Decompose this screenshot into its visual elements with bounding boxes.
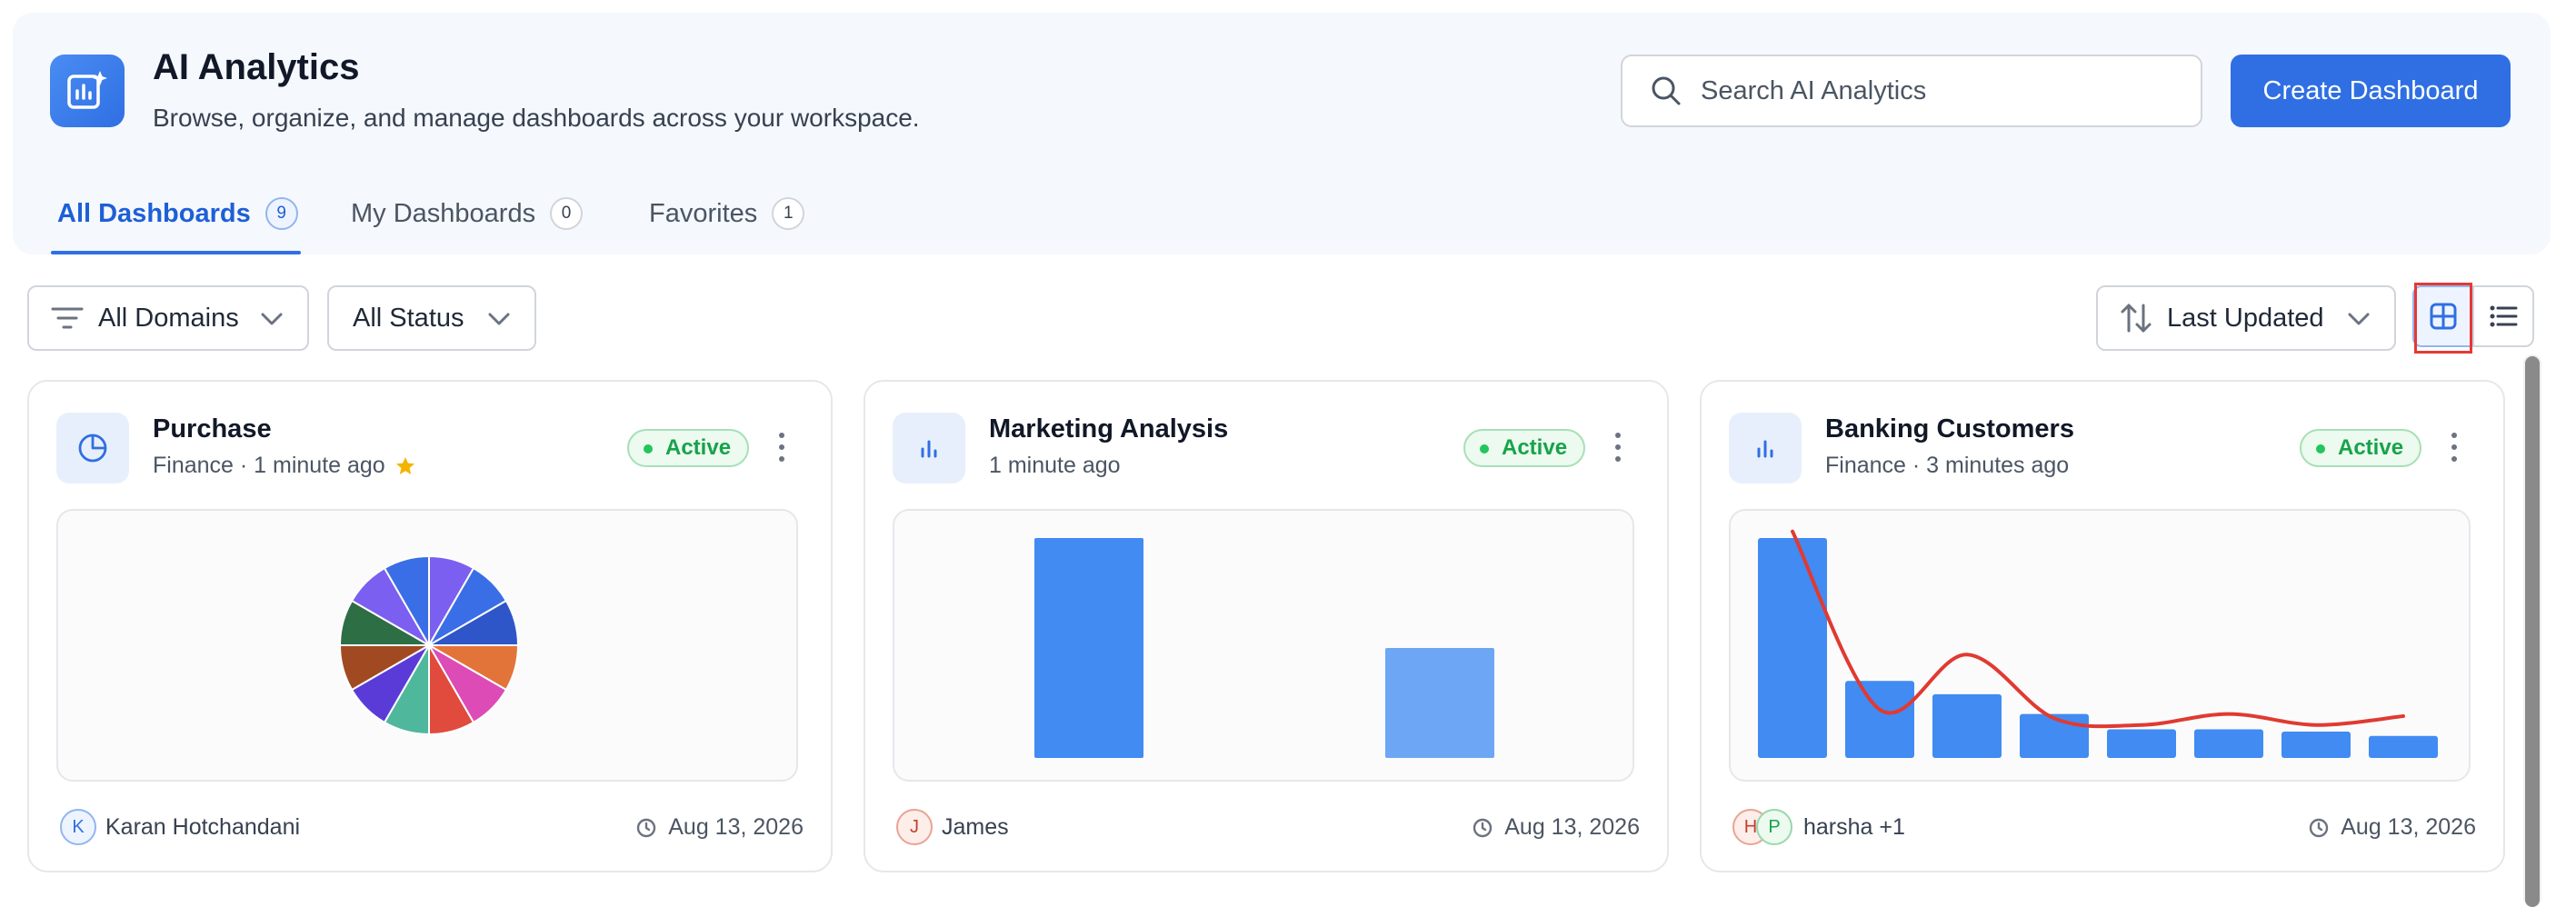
updated-date: Aug 13, 2026 [1472, 814, 1640, 841]
chart-preview [893, 509, 1634, 782]
status-filter-dropdown[interactable]: All Status [327, 285, 536, 351]
status-badge: Active [2300, 429, 2422, 467]
chart-preview [1729, 509, 2471, 782]
bar [2369, 735, 2438, 758]
create-dashboard-button[interactable]: Create Dashboard [2231, 55, 2511, 127]
updated-date: Aug 13, 2026 [2308, 814, 2476, 841]
pie-chart [338, 554, 520, 736]
pie-chart-icon [56, 413, 129, 483]
domain-filter-label: All Domains [98, 303, 239, 333]
sort-dropdown[interactable]: Last Updated [2096, 285, 2396, 351]
avatar: J [896, 809, 933, 845]
card-meta-text: Finance · 1 minute ago [153, 453, 385, 478]
avatar: K [60, 809, 96, 845]
tab-all-dashboards[interactable]: All Dashboards 9 [57, 191, 298, 236]
scrollbar-thumb[interactable] [2525, 356, 2540, 907]
clock-icon [637, 818, 656, 837]
card-meta: Finance · 1 minute ago [153, 453, 416, 479]
more-options-icon[interactable] [2443, 429, 2465, 465]
bar [1758, 538, 1827, 758]
active-tab-indicator [51, 251, 301, 254]
tab-label: All Dashboards [57, 198, 251, 228]
dashboard-card-marketing-analysis[interactable]: Marketing Analysis 1 minute ago Active J… [864, 380, 1669, 872]
chart-preview [56, 509, 798, 782]
favorite-star-icon[interactable] [394, 455, 416, 477]
page-subtitle: Browse, organize, and manage dashboards … [153, 104, 920, 132]
owner-name: Karan Hotchandani [105, 814, 301, 840]
tab-favorites[interactable]: Favorites 1 [649, 191, 805, 236]
tab-count-badge: 0 [550, 197, 584, 230]
tab-count-badge: 9 [265, 197, 298, 230]
combo-chart [1758, 529, 2438, 758]
dashboard-card-purchase[interactable]: Purchase Finance · 1 minute ago Active K… [27, 380, 833, 872]
date-text: Aug 13, 2026 [1504, 814, 1640, 840]
bar [1034, 538, 1143, 758]
card-title: Marketing Analysis [989, 414, 1229, 444]
avatar: P [1756, 809, 1792, 845]
chevron-down-icon [261, 313, 283, 325]
clock-icon [2310, 818, 2329, 837]
clock-icon [1473, 818, 1493, 837]
sort-label: Last Updated [2167, 303, 2324, 333]
owner-name: James [942, 814, 1009, 840]
bar-chart-icon [1729, 413, 1802, 483]
tab-my-dashboards[interactable]: My Dashboards 0 [351, 191, 584, 236]
card-meta: Finance · 3 minutes ago [1825, 453, 2069, 479]
owner-name: harsha +1 [1803, 814, 1905, 840]
bar-chart-icon [893, 413, 965, 483]
card-title: Purchase [153, 414, 272, 444]
card-meta-text: Finance · 3 minutes ago [1825, 453, 2070, 478]
date-text: Aug 13, 2026 [668, 814, 804, 840]
bar [1932, 693, 2002, 758]
card-title: Banking Customers [1825, 414, 2074, 444]
list-icon [2490, 305, 2518, 327]
analytics-sparkle-icon [50, 55, 125, 127]
bar [1845, 681, 1914, 758]
list-view-button[interactable] [2472, 285, 2534, 347]
bar [2194, 729, 2263, 758]
search-icon [1652, 76, 1681, 105]
more-options-icon[interactable] [1607, 429, 1629, 465]
bar [2020, 713, 2089, 758]
card-meta-text: 1 minute ago [989, 453, 1121, 478]
domain-filter-dropdown[interactable]: All Domains [27, 285, 309, 351]
tab-label: Favorites [649, 198, 758, 228]
search-box[interactable] [1621, 55, 2202, 127]
updated-date: Aug 13, 2026 [635, 814, 804, 841]
bar [2281, 731, 2351, 758]
page-title: AI Analytics [153, 47, 360, 87]
bar-chart [1034, 538, 1494, 758]
tab-count-badge: 1 [772, 197, 805, 230]
date-text: Aug 13, 2026 [2341, 814, 2476, 840]
selection-highlight [2414, 283, 2472, 354]
status-filter-label: All Status [353, 303, 464, 333]
status-badge: Active [627, 429, 750, 467]
more-options-icon[interactable] [771, 429, 793, 465]
tab-label: My Dashboards [351, 198, 536, 228]
search-input[interactable] [1701, 75, 2192, 106]
chevron-down-icon [488, 313, 510, 325]
bar [2107, 729, 2176, 758]
dashboard-card-banking-customers[interactable]: Banking Customers Finance · 3 minutes ag… [1700, 380, 2505, 872]
bar [1385, 648, 1494, 758]
status-badge: Active [1463, 429, 1586, 467]
sort-arrows-icon [2121, 304, 2152, 333]
filter-icon [51, 307, 84, 329]
card-meta: 1 minute ago [989, 453, 1121, 479]
chevron-down-icon [2348, 313, 2370, 325]
